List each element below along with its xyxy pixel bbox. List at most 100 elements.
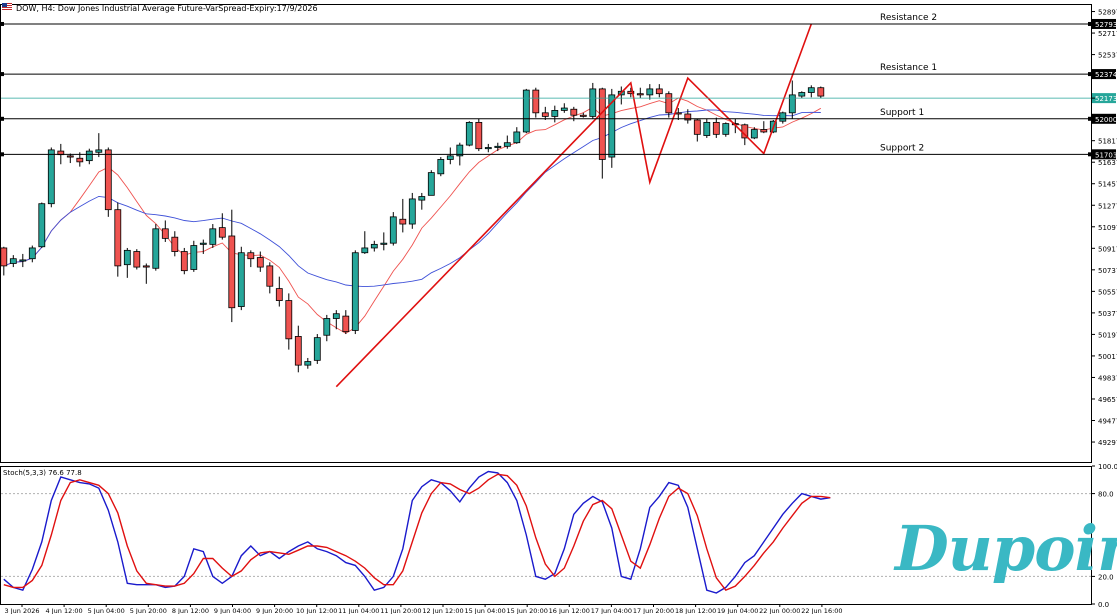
candle [712, 117, 720, 138]
candle-body [285, 300, 293, 340]
time-tick-label: 11 Jun 04:00 [338, 607, 379, 614]
candle [323, 314, 331, 342]
level-name: Support 1 [880, 108, 924, 118]
level-support-1: Support 1 52000 [0, 108, 1117, 124]
candle-body [703, 121, 711, 136]
time-tick-label: 15 Jun 20:00 [507, 607, 548, 614]
level-price-label: 52000 [1095, 116, 1117, 124]
candle [66, 153, 74, 164]
candle-body [76, 157, 84, 163]
candle [351, 250, 359, 335]
candle-body [133, 251, 141, 268]
candle [798, 91, 806, 99]
candle [693, 118, 701, 142]
candle [389, 212, 397, 246]
candle-body [342, 315, 350, 333]
candle [256, 251, 264, 272]
candle [285, 293, 293, 350]
time-tick-label: 12 Jun 12:00 [422, 607, 463, 614]
candle [532, 87, 540, 118]
candle [779, 111, 787, 124]
candle-body [38, 203, 46, 248]
candle-body [503, 142, 511, 147]
candle [484, 143, 492, 153]
candle [551, 105, 559, 123]
candle-body [123, 249, 131, 266]
time-tick-label: 16 Jun 12:00 [549, 607, 590, 614]
candle [636, 87, 644, 99]
price-tick-label: 52717 [1098, 30, 1117, 38]
candle-body [817, 87, 825, 97]
time-tick-label: 17 Jun 20:00 [633, 607, 674, 614]
candle-body [579, 114, 587, 117]
candle [28, 245, 36, 263]
candle-body [760, 129, 768, 133]
time-tick-label: 4 Jun 12:00 [46, 607, 83, 614]
candle [655, 84, 663, 98]
candle-body [427, 172, 435, 196]
candle-body [750, 129, 758, 139]
candle-body [389, 216, 397, 244]
candle-body [532, 89, 540, 114]
candle [209, 224, 217, 248]
price-tick-label: 51817 [1098, 138, 1117, 146]
time-tick-label: 22 Jun 16:00 [801, 607, 842, 614]
candle [560, 103, 568, 113]
price-tick-label: 50737 [1098, 267, 1117, 275]
candle-body [161, 228, 169, 239]
candle [180, 247, 188, 275]
candle-body [266, 265, 274, 287]
candle-body [418, 196, 426, 201]
candle-body [712, 121, 720, 135]
candle-body [19, 259, 27, 262]
candle-body [104, 149, 112, 211]
candle [446, 147, 454, 165]
time-tick-label: 8 Jun 12:00 [172, 607, 209, 614]
candle-body [513, 131, 521, 144]
time-tick-label: 11 Jun 20:00 [380, 607, 421, 614]
candle [513, 127, 521, 144]
candle-body [798, 92, 806, 97]
candle [399, 198, 407, 233]
candle-body [446, 155, 454, 160]
candle [38, 202, 46, 248]
price-tick-label: 51277 [1098, 202, 1117, 210]
price-tick-label: 52537 [1098, 52, 1117, 60]
candle-body [275, 288, 283, 301]
level-name: Resistance 1 [880, 63, 937, 73]
price-tick-label: 50197 [1098, 331, 1117, 339]
candle [703, 118, 711, 138]
candle-body [323, 318, 331, 336]
candle [427, 170, 435, 196]
candle [228, 209, 236, 323]
candle-body [807, 87, 815, 93]
candle [19, 253, 27, 268]
candle [114, 202, 122, 277]
time-tick-label: 5 Jun 20:00 [130, 607, 167, 614]
candle [817, 86, 825, 99]
candle-body [313, 337, 321, 361]
price-tick-label: 50557 [1098, 288, 1117, 296]
level-name: Resistance 2 [880, 13, 937, 23]
candle [123, 247, 131, 278]
us-flag-icon [2, 3, 12, 11]
candle-body [646, 88, 654, 96]
level-resistance-1: Resistance 1 52374 [0, 63, 1117, 80]
support-resistance-levels[interactable]: Resistance 2 52793 Resistance 1 52374 Suppor… [0, 13, 1117, 160]
candle-body [304, 361, 312, 366]
price-tick-label: 51457 [1098, 181, 1117, 189]
candle-body [598, 88, 606, 160]
time-tick-label: 9 Jun 04:00 [214, 607, 251, 614]
candle-body [408, 198, 416, 225]
candle [247, 250, 255, 268]
candle-body [484, 147, 492, 150]
candle [85, 148, 93, 165]
candle-body [475, 121, 483, 150]
candle-body [655, 88, 663, 95]
candle-body [190, 245, 198, 270]
candle-body [370, 243, 378, 249]
candle-body [228, 235, 236, 309]
candle [133, 249, 141, 270]
candle-body [361, 247, 369, 254]
candlesticks[interactable] [0, 80, 825, 373]
